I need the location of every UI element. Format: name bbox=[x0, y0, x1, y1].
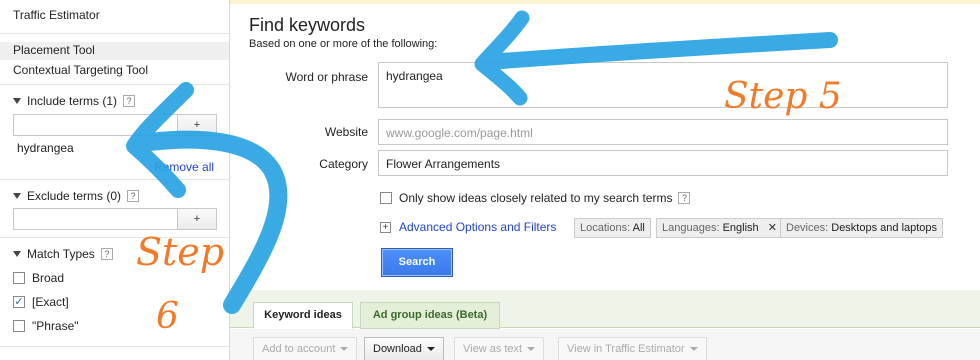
chevron-down-icon bbox=[340, 347, 349, 352]
included-term: hydrangea bbox=[17, 141, 74, 155]
filter-chip-languages[interactable]: Languages: English ✕ bbox=[656, 218, 783, 238]
button-label: Download bbox=[373, 343, 422, 355]
button-label: View in Traffic Estimator bbox=[567, 343, 685, 355]
exclude-terms-input[interactable] bbox=[14, 209, 178, 229]
exclude-terms-input-group: + bbox=[13, 208, 217, 230]
chip-value: Desktops and laptops bbox=[831, 222, 938, 234]
close-icon[interactable]: ✕ bbox=[768, 222, 777, 234]
help-icon[interactable]: ? bbox=[127, 190, 140, 202]
only-show-related-checkbox[interactable] bbox=[380, 192, 392, 204]
sidebar-item-contextual-targeting-tool[interactable]: Contextual Targeting Tool bbox=[13, 63, 148, 77]
only-show-related-option[interactable]: Only show ideas closely related to my se… bbox=[380, 191, 691, 205]
exclude-terms-add-button[interactable]: + bbox=[178, 209, 216, 229]
button-label: Add to account bbox=[262, 343, 336, 355]
download-button[interactable]: Download bbox=[364, 337, 444, 360]
word-or-phrase-input[interactable]: hydrangea bbox=[378, 62, 948, 108]
only-show-related-label: Only show ideas closely related to my se… bbox=[399, 191, 673, 205]
page-subtitle: Based on one or more of the following: bbox=[249, 38, 438, 50]
collapse-triangle-icon[interactable] bbox=[13, 193, 21, 199]
step6-annotation-word: Step bbox=[136, 230, 225, 274]
advanced-options-toggle[interactable]: + Advanced Options and Filters bbox=[380, 220, 556, 234]
filter-chip-devices[interactable]: Devices: Desktops and laptops bbox=[780, 218, 944, 238]
tab-keyword-ideas[interactable]: Keyword ideas bbox=[253, 302, 353, 329]
view-as-text-button[interactable]: View as text bbox=[454, 337, 545, 360]
step6-annotation-number: 6 bbox=[156, 296, 179, 337]
checkbox-exact[interactable]: ✓ bbox=[13, 296, 25, 308]
page-title: Find keywords bbox=[249, 15, 366, 35]
remove-all-link[interactable]: Remove all bbox=[154, 160, 214, 174]
collapse-triangle-icon[interactable] bbox=[13, 98, 21, 104]
include-terms-title: Include terms (1) bbox=[27, 94, 118, 108]
divider bbox=[0, 33, 229, 34]
match-type-broad[interactable]: Broad bbox=[13, 271, 64, 285]
checkbox-broad[interactable] bbox=[13, 272, 25, 284]
sidebar-item-traffic-estimator[interactable]: Traffic Estimator bbox=[13, 8, 100, 22]
match-type-label: "Phrase" bbox=[32, 319, 79, 333]
chevron-down-icon bbox=[426, 347, 435, 352]
divider bbox=[0, 346, 229, 347]
divider bbox=[0, 84, 229, 85]
website-input[interactable]: www.google.com/page.html bbox=[378, 119, 948, 145]
match-type-phrase[interactable]: "Phrase" bbox=[13, 319, 79, 333]
checkbox-phrase[interactable] bbox=[13, 320, 25, 332]
exclude-terms-header[interactable]: Exclude terms (0) ? bbox=[13, 189, 140, 203]
expand-plus-icon[interactable]: + bbox=[380, 221, 391, 233]
chip-key: Devices: bbox=[786, 222, 829, 234]
match-type-label: [Exact] bbox=[32, 295, 69, 309]
chip-key: Locations: bbox=[580, 222, 631, 234]
website-label: Website bbox=[324, 125, 368, 139]
category-input[interactable]: Flower Arrangements bbox=[378, 150, 948, 176]
include-terms-header[interactable]: Include terms (1) ? bbox=[13, 94, 136, 108]
match-type-exact[interactable]: ✓ [Exact] bbox=[13, 295, 69, 309]
advanced-options-link[interactable]: Advanced Options and Filters bbox=[399, 220, 556, 234]
tab-ad-group-ideas[interactable]: Ad group ideas (Beta) bbox=[360, 302, 500, 329]
button-label: View as text bbox=[463, 343, 523, 355]
sidebar: Traffic Estimator Placement Tool Context… bbox=[0, 0, 230, 360]
divider bbox=[0, 179, 229, 180]
chip-value: All bbox=[632, 222, 645, 234]
sidebar-item-placement-tool[interactable]: Placement Tool bbox=[0, 42, 229, 60]
match-type-label: Broad bbox=[32, 271, 65, 285]
add-to-account-button[interactable]: Add to account bbox=[253, 337, 358, 360]
notification-strip bbox=[230, 0, 980, 4]
chip-value: English bbox=[722, 222, 759, 234]
word-or-phrase-label: Word or phrase bbox=[285, 70, 368, 84]
exclude-terms-title: Exclude terms (0) bbox=[27, 189, 122, 203]
match-types-title: Match Types bbox=[27, 247, 95, 261]
chip-key: Languages: bbox=[662, 222, 720, 234]
chevron-down-icon bbox=[689, 347, 698, 352]
category-label: Category bbox=[319, 157, 368, 171]
help-icon[interactable]: ? bbox=[100, 248, 113, 260]
match-types-header[interactable]: Match Types ? bbox=[13, 247, 113, 261]
step5-annotation: Step 5 bbox=[724, 76, 842, 117]
include-terms-input-group: + bbox=[13, 114, 217, 136]
help-icon[interactable]: ? bbox=[678, 192, 691, 204]
collapse-triangle-icon[interactable] bbox=[13, 251, 21, 257]
view-in-traffic-estimator-button[interactable]: View in Traffic Estimator bbox=[558, 337, 707, 360]
chevron-down-icon bbox=[527, 347, 536, 352]
filter-chip-locations[interactable]: Locations: All bbox=[574, 218, 651, 238]
search-button[interactable]: Search bbox=[381, 248, 453, 277]
include-terms-input[interactable] bbox=[14, 115, 178, 135]
include-terms-add-button[interactable]: + bbox=[178, 115, 216, 135]
help-icon[interactable]: ? bbox=[123, 95, 136, 107]
